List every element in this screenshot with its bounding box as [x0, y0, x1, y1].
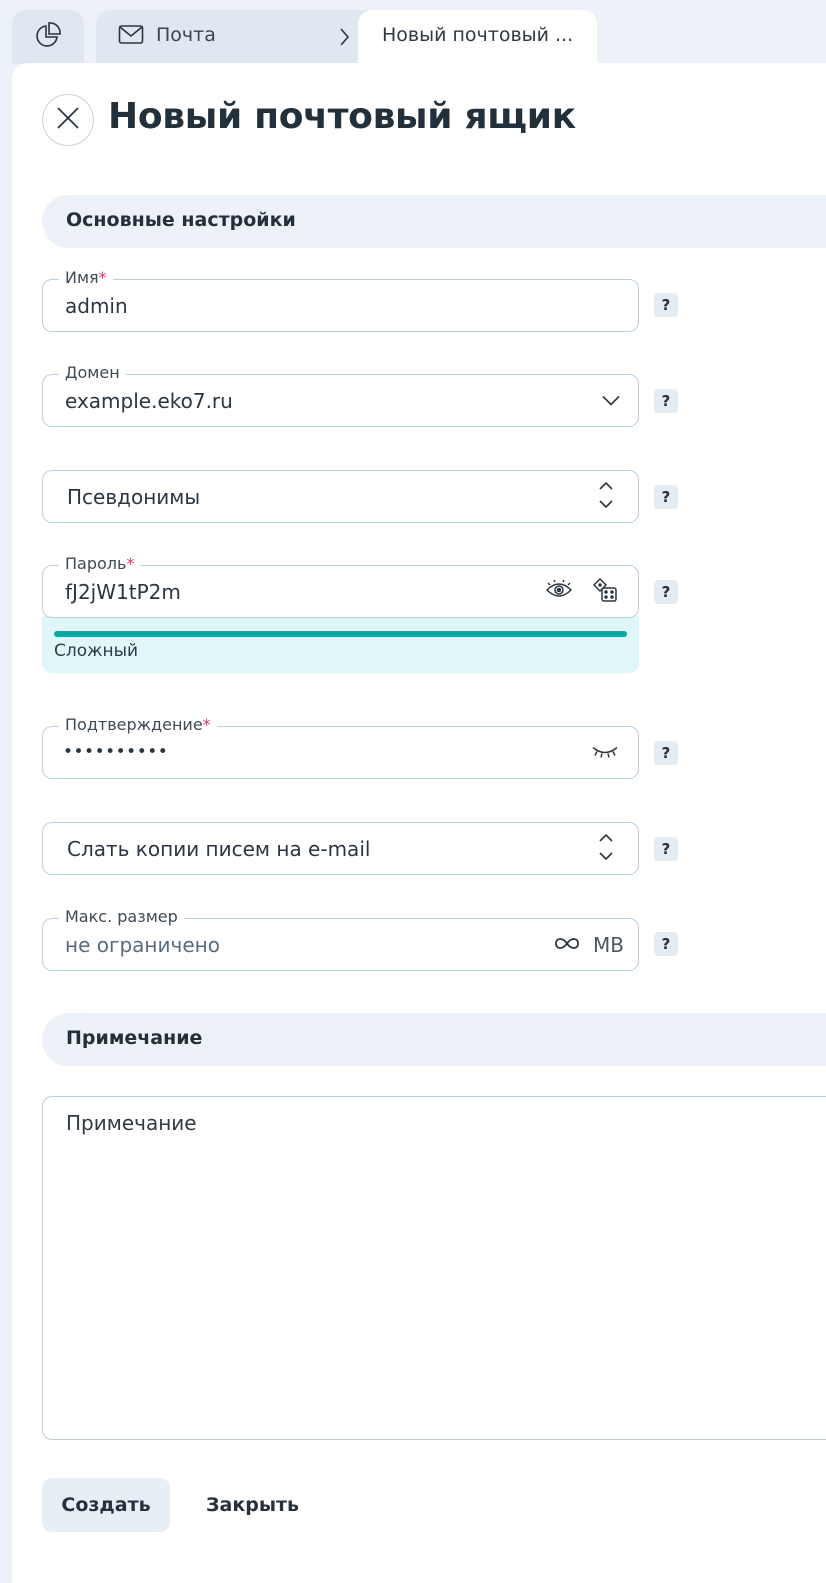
password-strength: Сложный: [42, 616, 639, 673]
domain-label: Домен: [59, 363, 126, 382]
create-button-label: Создать: [61, 1494, 151, 1516]
updown-icon: [599, 833, 613, 865]
dice-icon[interactable]: [592, 577, 618, 607]
close-icon: [56, 106, 80, 134]
help-name-button[interactable]: ?: [654, 293, 678, 317]
pie-chart-icon: [34, 21, 62, 53]
password-strength-bar: [54, 631, 627, 637]
max-size-field[interactable]: Макс. размер не ограничено MB: [42, 907, 639, 971]
copies-value: Слать копии писем на e-mail: [67, 837, 371, 861]
close-form-button-label: Закрыть: [206, 1494, 300, 1516]
envelope-icon: [118, 23, 144, 52]
tab-new-mailbox-label: Новый почтовый ...: [382, 24, 574, 46]
max-size-placeholder: не ограничено: [65, 933, 220, 957]
confirm-value: ••••••••••: [63, 742, 169, 762]
confirm-label: Подтверждение*: [59, 715, 217, 734]
section-main-settings: Основные настройки: [42, 195, 826, 248]
tab-mail[interactable]: Почта: [96, 10, 396, 64]
close-button[interactable]: [42, 94, 94, 146]
help-confirm-button[interactable]: ?: [654, 741, 678, 765]
create-button[interactable]: Создать: [42, 1478, 170, 1532]
help-max-size-button[interactable]: ?: [654, 932, 678, 956]
max-size-label: Макс. размер: [59, 907, 184, 926]
tab-dashboard[interactable]: [12, 10, 84, 64]
eye-closed-icon[interactable]: [592, 743, 618, 762]
aliases-select[interactable]: Псевдонимы: [42, 470, 639, 523]
help-copies-button[interactable]: ?: [654, 837, 678, 861]
tab-mail-label: Почта: [156, 24, 216, 46]
section-note-label: Примечание: [66, 1027, 203, 1049]
max-size-unit: MB: [593, 933, 624, 957]
section-main-settings-label: Основные настройки: [66, 209, 296, 231]
eye-icon[interactable]: [545, 579, 573, 604]
domain-value: example.eko7.ru: [65, 389, 233, 413]
help-password-button[interactable]: ?: [654, 580, 678, 604]
name-label: Имя*: [59, 268, 113, 287]
section-note: Примечание: [42, 1013, 826, 1066]
updown-icon: [599, 481, 613, 513]
chevron-right-icon: [338, 27, 350, 51]
tab-new-mailbox[interactable]: Новый почтовый ...: [358, 10, 597, 64]
password-field[interactable]: Пароль* fJ2jW1tP2m: [42, 554, 639, 618]
name-value: admin: [65, 294, 128, 318]
note-placeholder: Примечание: [66, 1111, 197, 1135]
chevron-down-icon: [602, 391, 620, 410]
help-domain-button[interactable]: ?: [654, 389, 678, 413]
password-value: fJ2jW1tP2m: [65, 580, 181, 604]
confirm-field[interactable]: Подтверждение* ••••••••••: [42, 715, 639, 779]
page-title: Новый почтовый ящик: [108, 96, 576, 137]
password-strength-label: Сложный: [54, 641, 139, 661]
name-field[interactable]: Имя* admin: [42, 268, 639, 332]
password-label: Пароль*: [59, 554, 141, 573]
domain-select[interactable]: Домен example.eko7.ru: [42, 363, 639, 427]
close-form-button[interactable]: Закрыть: [190, 1478, 315, 1532]
infinity-icon[interactable]: [554, 935, 580, 954]
copies-select[interactable]: Слать копии писем на e-mail: [42, 822, 639, 875]
note-textarea[interactable]: Примечание: [42, 1096, 826, 1440]
aliases-value: Псевдонимы: [67, 485, 201, 509]
help-aliases-button[interactable]: ?: [654, 485, 678, 509]
